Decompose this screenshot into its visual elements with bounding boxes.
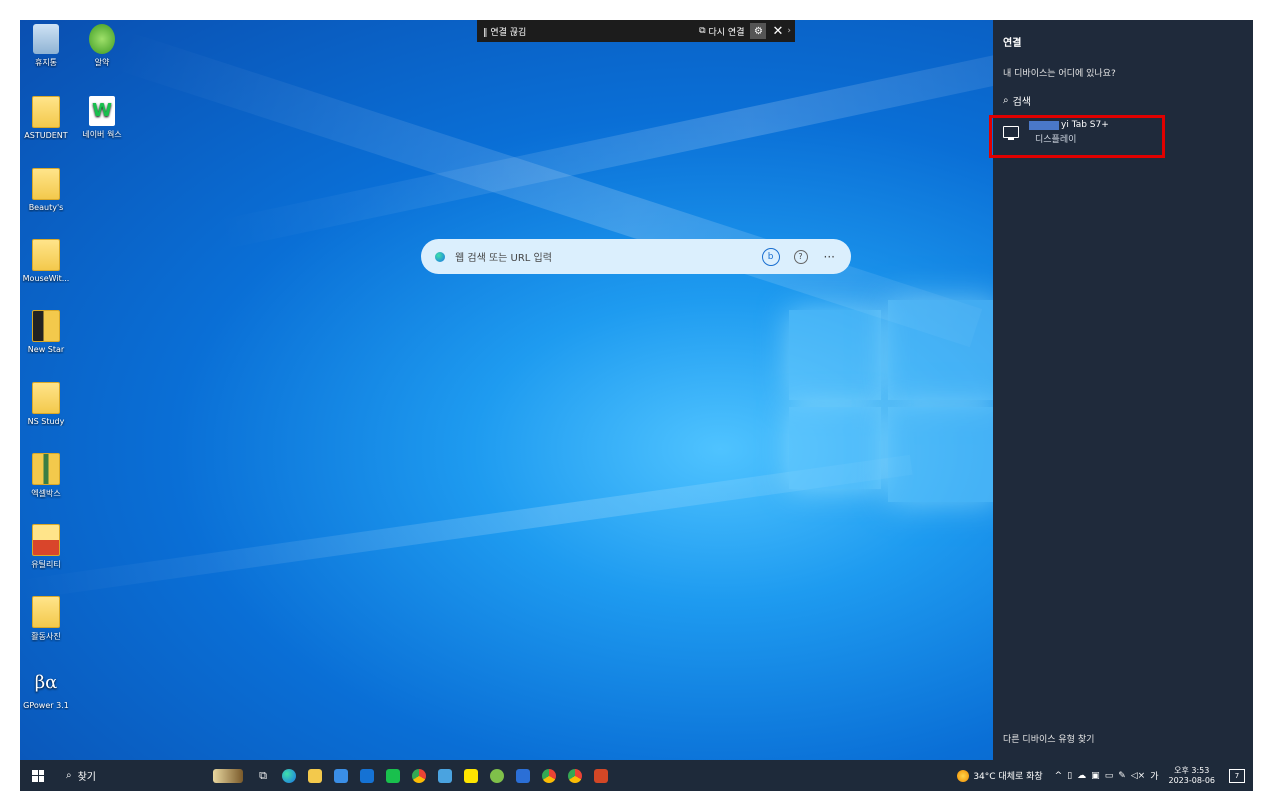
windows-logo-icon [32, 769, 44, 782]
find-other-device-types-link[interactable]: 다른 디바이스 유형 찾기 [1003, 732, 1094, 745]
alyac-icon [89, 24, 115, 54]
device-highlight-box [989, 115, 1165, 158]
close-icon[interactable]: ✕ [772, 24, 783, 39]
desktop-icon-astudent[interactable]: ASTUDENT [22, 96, 70, 140]
settings-gear-icon[interactable]: ⚙ [750, 23, 767, 39]
taskbar-clock[interactable]: 오후 3:53 2023-08-06 [1169, 766, 1216, 786]
search-input[interactable]: 웹 검색 또는 URL 입력 [455, 249, 762, 264]
windows-logo-pane [789, 407, 881, 489]
disconnect-button[interactable]: ‖ 연결 끊김 [483, 25, 526, 38]
weather-widget[interactable]: 34°C 대체로 화창 [957, 769, 1043, 782]
remote-desktop-screen: 휴지통 알약 ASTUDENT W 네이버 웍스 Beauty's MouseW… [20, 20, 1253, 791]
taskbar-app-mail[interactable] [354, 760, 380, 791]
network-icon[interactable]: ▭ [1105, 771, 1114, 781]
desktop-icon-alyac[interactable]: 알약 [78, 24, 126, 68]
folder-icon [32, 168, 60, 200]
panel-title: 연결 [1003, 38, 1022, 49]
chevron-right-icon[interactable]: › [787, 26, 791, 36]
device-search-button[interactable]: ⌕ 검색 [1003, 93, 1031, 108]
browser-search-box[interactable]: 웹 검색 또는 URL 입력 b ? ··· [421, 239, 851, 274]
recycle-bin-icon [33, 24, 59, 54]
desktop-icon-photos[interactable]: 활동사진 [22, 596, 70, 642]
reconnect-icon: ⧉ [699, 26, 706, 36]
windows-logo-pane [888, 300, 993, 400]
desktop-icon-naver-works[interactable]: W 네이버 웍스 [78, 96, 126, 140]
desktop-icon-mousewit[interactable]: MouseWit... [22, 239, 70, 283]
tray-app-icon[interactable]: ▯ [1067, 771, 1072, 781]
windows-logo-pane [789, 310, 881, 400]
taskbar-app-naver-works[interactable] [380, 760, 406, 791]
remote-connection-bar: ‖ 연결 끊김 ⧉ 다시 연결 ⚙ ✕ › [477, 20, 795, 42]
edge-logo-icon [435, 251, 445, 262]
desktop-icon-gpower[interactable]: βα GPower 3.1 [22, 668, 70, 710]
windows-logo-pane [888, 407, 993, 502]
reconnect-button[interactable]: ⧉ 다시 연결 [699, 25, 744, 38]
folder-icon [32, 453, 60, 485]
naver-works-icon: W [89, 96, 115, 126]
gpower-icon: βα [34, 672, 58, 693]
taskbar: ⌕ 찾기 ⧉ 34°C 대체로 화창 ^ ▯ ☁ ▣ ▭ ✎ ◁× 가 오후 3… [20, 760, 1253, 791]
desktop-icon-beautys[interactable]: Beauty's [22, 168, 70, 212]
where-is-my-device-link[interactable]: 내 디바이스는 어디에 있나요? [1003, 66, 1116, 79]
desktop-icon-recycle-bin[interactable]: 휴지통 [22, 24, 70, 68]
search-icon: ⌕ [66, 770, 72, 781]
taskbar-app-kakaotalk[interactable] [458, 760, 484, 791]
sunny-weather-icon [957, 769, 970, 782]
taskbar-app-notes[interactable] [432, 760, 458, 791]
onedrive-cloud-icon[interactable]: ☁ [1077, 771, 1086, 781]
show-hidden-icons-chevron-up-icon[interactable]: ^ [1055, 771, 1063, 781]
clock-time: 오후 3:53 [1174, 765, 1210, 775]
pen-icon[interactable]: ✎ [1118, 771, 1126, 781]
folder-icon [32, 239, 60, 271]
task-view-icon[interactable]: ⧉ [250, 760, 276, 791]
taskbar-app-store[interactable] [328, 760, 354, 791]
desktop-wallpaper: 휴지통 알약 ASTUDENT W 네이버 웍스 Beauty's MouseW… [20, 20, 993, 760]
taskbar-search[interactable]: ⌕ 찾기 [56, 768, 206, 783]
folder-icon [32, 596, 60, 628]
taskbar-app-chrome-profile-2[interactable] [562, 760, 588, 791]
language-indicator[interactable]: 가 [1150, 769, 1158, 782]
search-icon: ⌕ [1003, 95, 1009, 106]
clock-date: 2023-08-06 [1168, 775, 1216, 785]
desktop-icon-new-star[interactable]: New Star [22, 310, 70, 354]
taskbar-app-remote[interactable] [510, 760, 536, 791]
taskbar-app-science[interactable] [206, 760, 250, 791]
taskbar-app-alyac[interactable] [484, 760, 510, 791]
taskbar-apps: ⧉ [206, 760, 614, 791]
folder-icon [32, 382, 60, 414]
bing-chat-icon[interactable]: b [761, 247, 780, 266]
tray-app-icon[interactable]: ▣ [1091, 771, 1100, 781]
system-tray: ^ ▯ ☁ ▣ ▭ ✎ ◁× 가 [1055, 769, 1159, 783]
volume-muted-icon[interactable]: ◁× [1131, 771, 1145, 781]
taskbar-app-file-explorer[interactable] [302, 760, 328, 791]
taskbar-app-edge[interactable] [276, 760, 302, 791]
taskbar-app-chrome[interactable] [406, 760, 432, 791]
folder-icon [32, 310, 60, 342]
taskbar-app-chrome-profile[interactable] [536, 760, 562, 791]
help-icon[interactable]: ? [793, 249, 808, 264]
notification-center-icon[interactable]: 7 [1229, 768, 1245, 783]
taskbar-app-powerpoint[interactable] [588, 760, 614, 791]
more-options-icon[interactable]: ··· [824, 250, 835, 264]
desktop-icon-excel-box[interactable]: 엑셀박스 [22, 453, 70, 499]
start-button[interactable] [20, 760, 56, 791]
folder-icon [32, 96, 60, 128]
desktop-icon-utility[interactable]: 유틸리티 [22, 524, 70, 570]
folder-icon [32, 524, 60, 556]
desktop-icon-ns-study[interactable]: NS Study [22, 382, 70, 426]
